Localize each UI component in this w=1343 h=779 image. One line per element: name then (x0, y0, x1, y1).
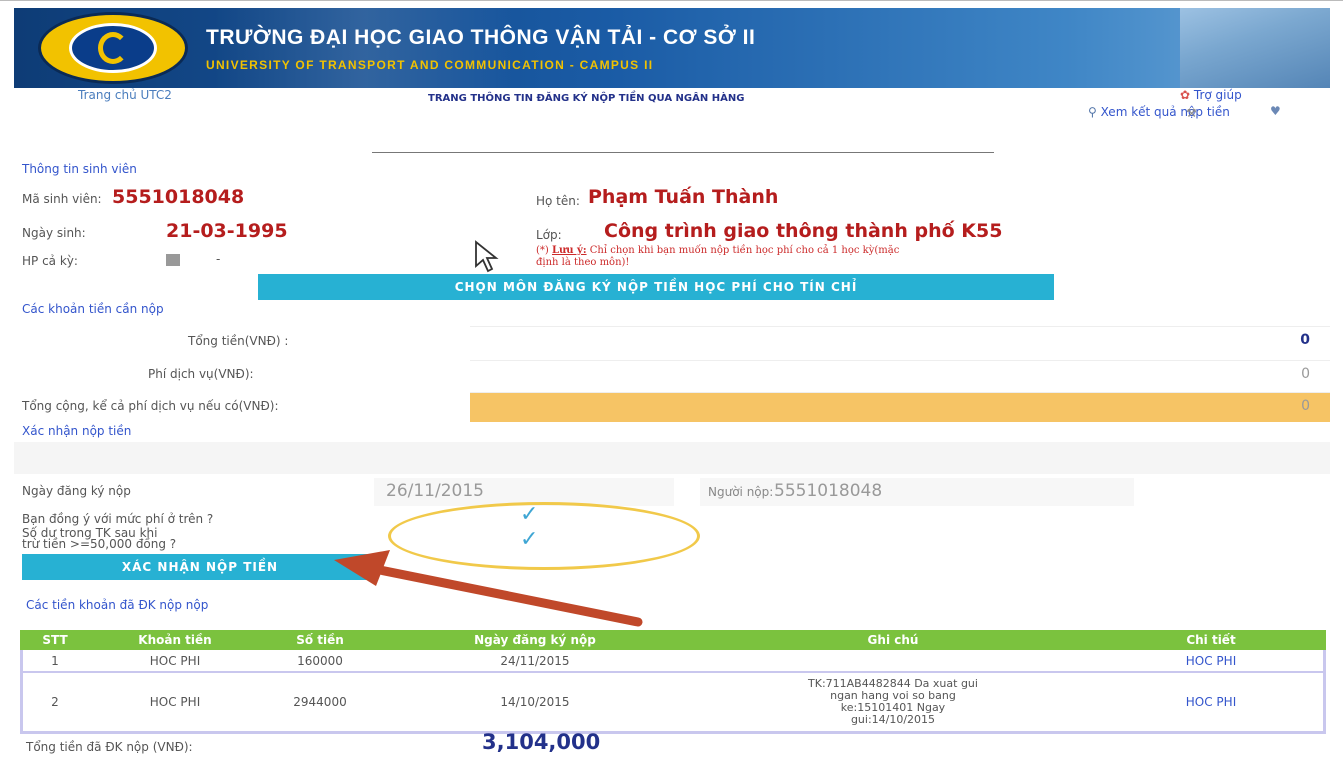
student-id-label: Mã sinh viên: (22, 192, 102, 206)
note-prefix: (*) (536, 245, 549, 256)
shield-icon: ♥ (1270, 104, 1281, 118)
note-line: gui:14/10/2015 (850, 713, 936, 726)
hp-dash: - (216, 252, 221, 266)
home-link[interactable]: Trang chủ UTC2 (78, 88, 172, 102)
mouse-cursor-icon (475, 240, 499, 273)
table-row: 2 HOC PHI 2944000 14/10/2015 TK:711AB448… (20, 672, 1326, 733)
row-note (690, 650, 1096, 673)
hp-semester-checkbox[interactable] (166, 254, 180, 266)
confirm-strip (14, 442, 1330, 474)
gear-icon: ✿ (1180, 88, 1191, 102)
grand-total-label: Tổng cộng, kể cả phí dịch vụ nếu có(VNĐ)… (22, 399, 279, 413)
grand-total-row: 0 (470, 392, 1330, 422)
history-table: STT Khoản tiền Số tiền Ngày đăng ký nộp … (20, 630, 1326, 733)
balance-label: Số dư trong TK sau khi trừ tiền >=50,000… (22, 527, 177, 551)
help-label: Trợ giúp (1193, 88, 1242, 102)
row-amount: 160000 (260, 650, 380, 673)
page-title: TRANG THÔNG TIN ĐĂNG KÝ NỘP TIỀN QUA NGÂ… (428, 93, 745, 104)
agree-checkbox[interactable]: ✓ (520, 502, 538, 527)
fee-row: 0 (470, 360, 1330, 388)
balance-line2: trừ tiền >=50,000 đồng ? (22, 537, 177, 551)
row-amount: 2944000 (260, 672, 380, 733)
row-item: HOC PHI (90, 672, 260, 733)
note-line1: Chỉ chọn khi bạn muốn nộp tiền học phí c… (589, 245, 900, 256)
history-heading: Các tiền khoản đã ĐK nộp nộp (26, 598, 209, 612)
university-logo (38, 12, 188, 84)
total-value: 0 (1300, 332, 1310, 348)
divider (372, 152, 994, 153)
register-date-value: 26/11/2015 (386, 481, 484, 501)
class-value: Công trình giao thông thành phố K55 (604, 220, 1003, 242)
row-detail-link[interactable]: HOC PHI (1096, 650, 1326, 673)
confirm-heading: Xác nhận nộp tiền (22, 424, 132, 438)
register-date-label: Ngày đăng ký nộp (22, 484, 131, 498)
row-date: 24/11/2015 (380, 650, 690, 673)
payer-value: 5551018048 (774, 481, 883, 501)
row-item: HOC PHI (90, 650, 260, 673)
view-results-label: Xem kết quả nộp tiền (1100, 105, 1230, 119)
col-amount: Số tiền (260, 630, 380, 650)
fee-value: 0 (1301, 366, 1310, 382)
hp-label: HP cả kỳ: (22, 254, 78, 268)
total-row: 0 (470, 326, 1330, 354)
logo-mark (98, 32, 128, 64)
student-name-value: Phạm Tuấn Thành (588, 186, 779, 208)
agree-label: Bạn đồng ý với mức phí ở trên ? (22, 512, 214, 526)
hp-note: (*) Lưu ý: Chỉ chọn khi bạn muốn nộp tiề… (536, 245, 899, 269)
header-title: TRƯỜNG ĐẠI HỌC GIAO THÔNG VẬN TẢI - CƠ S… (206, 26, 756, 49)
student-info-heading: Thông tin sinh viên (22, 162, 137, 176)
fee-label: Phí dịch vụ(VNĐ): (148, 367, 254, 381)
annotation-arrow (334, 550, 643, 627)
amounts-heading: Các khoản tiền cần nộp (22, 302, 164, 316)
col-stt: STT (20, 630, 90, 650)
table-header-row: STT Khoản tiền Số tiền Ngày đăng ký nộp … (20, 630, 1326, 650)
sum-value: 3,104,000 (482, 730, 601, 754)
banner-building-image (1180, 8, 1330, 88)
table-row: 1 HOC PHI 160000 24/11/2015 HOC PHI (20, 650, 1326, 673)
note-bold: Lưu ý: (552, 245, 587, 256)
payer-label: Người nộp: (708, 485, 774, 499)
student-id-value: 5551018048 (112, 186, 245, 208)
col-note: Ghi chú (690, 630, 1096, 650)
payer-field[interactable]: Người nộp: 5551018048 (700, 478, 1134, 506)
row-date: 14/10/2015 (380, 672, 690, 733)
dob-value: 21-03-1995 (166, 220, 288, 242)
dob-label: Ngày sinh: (22, 226, 86, 240)
search-icon: ⚲ (1088, 105, 1097, 119)
choose-course-button[interactable]: CHỌN MÔN ĐĂNG KÝ NỘP TIỀN HỌC PHÍ CHO TÍ… (258, 274, 1054, 300)
row-note: TK:711AB4482844 Da xuat gui ngan hang vo… (690, 672, 1096, 733)
student-name-label: Họ tên: (536, 194, 580, 208)
note-line2: định là theo môn)! (536, 257, 630, 268)
sum-label: Tổng tiền đã ĐK nộp (VNĐ): (26, 740, 193, 754)
logo-inner (69, 23, 157, 73)
col-detail: Chi tiết (1096, 630, 1326, 650)
row-stt: 1 (20, 650, 90, 673)
view-results-link[interactable]: ⚲ Xem kết quả nộp tiền (1088, 105, 1230, 119)
col-item: Khoản tiền (90, 630, 260, 650)
row-detail-link[interactable]: HOC PHI (1096, 672, 1326, 733)
header-banner: TRƯỜNG ĐẠI HỌC GIAO THÔNG VẬN TẢI - CƠ S… (14, 8, 1330, 88)
header-subtitle: UNIVERSITY OF TRANSPORT AND COMMUNICATIO… (206, 58, 654, 72)
wrench-icon: ⚒ (1186, 106, 1197, 120)
class-label: Lớp: (536, 228, 562, 242)
help-link[interactable]: ✿ Trợ giúp (1180, 88, 1242, 102)
row-stt: 2 (20, 672, 90, 733)
grand-total-value: 0 (1301, 398, 1310, 414)
col-date: Ngày đăng ký nộp (380, 630, 690, 650)
total-label: Tổng tiền(VNĐ) : (188, 334, 289, 348)
